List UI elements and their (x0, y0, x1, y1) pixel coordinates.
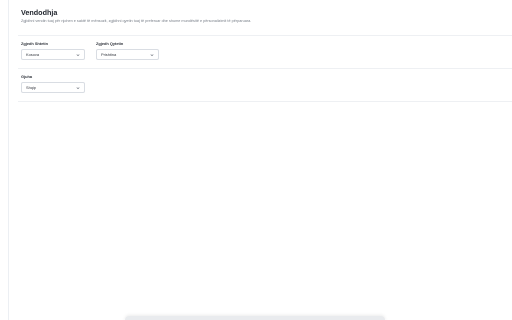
language-field: Gjuha Shqip (21, 74, 85, 93)
city-select-value: Prishtina (101, 52, 117, 57)
country-select-value: Kosova (26, 52, 39, 57)
country-select[interactable]: Kosova (21, 49, 85, 60)
country-field: Zgjedh Shtetin Kosova (21, 41, 85, 60)
page-title: Vendodhja (21, 8, 58, 17)
language-select[interactable]: Shqip (21, 82, 85, 93)
chevron-down-icon (150, 54, 154, 57)
city-field: Zgjedh Qytetin Prishtina (96, 41, 159, 60)
country-label: Zgjedh Shtetin (21, 41, 49, 46)
sidebar-edge (8, 0, 9, 320)
chevron-down-icon (76, 87, 80, 90)
section-divider (18, 68, 512, 69)
location-section-header: Vendodhja Zgjidhni vendin tuaj për njohe… (21, 8, 501, 24)
section-divider (18, 101, 512, 102)
city-label: Zgjedh Qytetin (96, 41, 124, 46)
city-select[interactable]: Prishtina (96, 49, 159, 60)
bottom-toolbar (125, 316, 385, 320)
chevron-down-icon (76, 54, 80, 57)
settings-page: Vendodhja Zgjidhni vendin tuaj për njohe… (0, 0, 512, 320)
page-subtitle: Zgjidhni vendin tuaj për njohen e saktë … (21, 19, 252, 23)
language-label: Gjuha (21, 74, 33, 79)
section-divider (18, 35, 512, 36)
language-select-value: Shqip (26, 85, 36, 90)
